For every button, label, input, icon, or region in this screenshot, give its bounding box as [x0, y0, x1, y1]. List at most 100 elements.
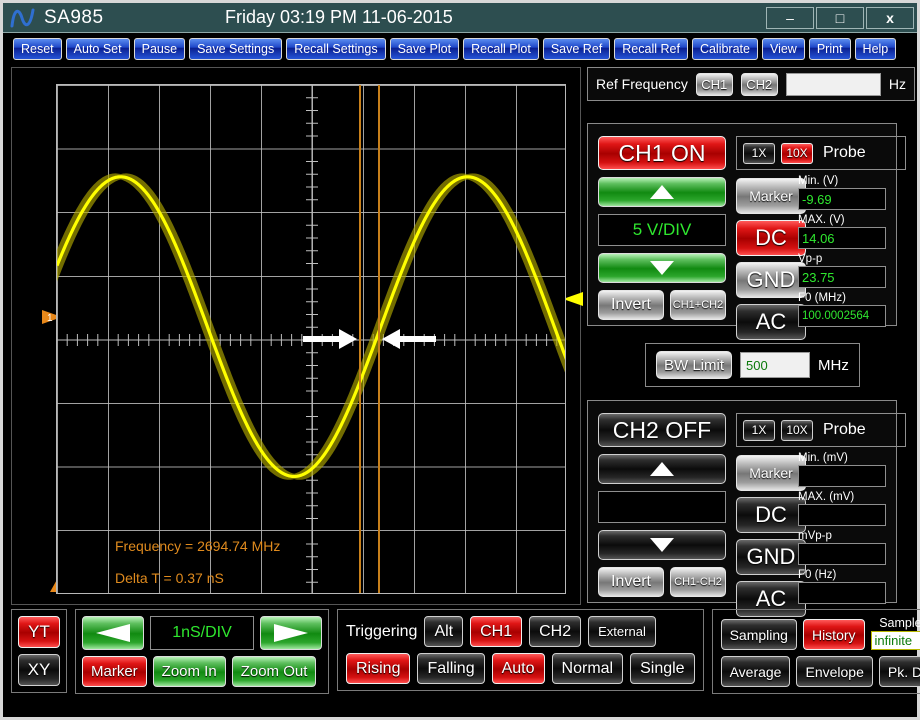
acquisition-average-button[interactable]: Average	[720, 656, 791, 687]
trigger-level-marker[interactable]	[563, 290, 583, 308]
ch2-coupling-gnd-button[interactable]: GND	[736, 539, 806, 575]
bw-limit-input[interactable]: 500	[740, 352, 810, 378]
timebase-next-button[interactable]	[260, 616, 322, 650]
timebase-marker-button[interactable]: Marker	[82, 656, 147, 687]
trigger-mode-single-button[interactable]: Single	[630, 653, 695, 684]
trigger-source-ch1-button[interactable]: CH1	[470, 616, 523, 647]
ch2-f0-value	[798, 582, 886, 604]
ch1-coupling-dc-button[interactable]: DC	[736, 220, 806, 256]
ch1-volts-up-button[interactable]	[598, 177, 726, 207]
ch2-vpp-field: mVp-p	[798, 529, 886, 565]
ch1-invert-button[interactable]: Invert	[598, 290, 664, 320]
ch2-vpp-value	[798, 543, 886, 565]
ref-frequency-ch1-button[interactable]: CH1	[695, 72, 733, 96]
sine-wave-logo-icon	[10, 8, 35, 27]
samples-field: Samples infinite	[870, 616, 920, 650]
up-triangle-icon	[650, 462, 674, 476]
acquisition-envelope-button[interactable]: Envelope	[796, 656, 873, 687]
save-plot-button[interactable]: Save Plot	[389, 37, 460, 60]
maximize-button[interactable]: □	[816, 7, 864, 29]
app-title: SA985	[44, 6, 104, 28]
bw-limit-button[interactable]: BW Limit	[656, 351, 732, 379]
ch1-marker-button[interactable]: Marker	[736, 178, 806, 214]
ch2-power-button[interactable]: CH2 OFF	[598, 413, 726, 447]
recall-plot-button[interactable]: Recall Plot	[463, 37, 539, 60]
trigger-source-external-button[interactable]: External	[588, 616, 656, 647]
ch1-probe-label: Probe	[823, 144, 866, 161]
cursor-a-line[interactable]	[358, 85, 361, 593]
ch2-math-button[interactable]: CH1-CH2	[670, 567, 726, 597]
trigger-source-alt-button[interactable]: Alt	[424, 616, 464, 647]
title-bar: SA985 Friday 03:19 PM 11-06-2015 – □ x	[3, 3, 917, 33]
graticule-grid[interactable]: Frequency = 2694.74 MHz Delta T = 0.37 n…	[56, 84, 566, 594]
help-button[interactable]: Help	[854, 37, 897, 60]
timebase-prev-button[interactable]	[82, 616, 144, 650]
trigger-source-ch2-button[interactable]: CH2	[529, 616, 582, 647]
display-mode-xy-button[interactable]: XY	[18, 654, 60, 686]
minimize-button[interactable]: –	[766, 7, 814, 29]
triggering-group: Triggering Alt CH1 CH2 External Rising F…	[337, 609, 704, 691]
calibrate-button[interactable]: Calibrate	[691, 37, 758, 60]
acquisition-sampling-button[interactable]: Sampling	[720, 619, 797, 650]
ch1-power-button[interactable]: CH1 ON	[598, 136, 726, 170]
samples-input[interactable]: infinite	[870, 631, 920, 650]
recall-ref-button[interactable]: Recall Ref	[614, 37, 688, 60]
reset-button[interactable]: Reset	[13, 37, 62, 60]
ch1-coupling-gnd-button[interactable]: GND	[736, 262, 806, 298]
ch2-marker-button[interactable]: Marker	[736, 455, 806, 491]
left-triangle-icon	[96, 624, 130, 642]
ch2-probe-10x-button[interactable]: 10X	[781, 419, 813, 441]
ch1-coupling-ac-button[interactable]: AC	[736, 304, 806, 340]
ch1-f0-label: F0 (MHz)	[798, 292, 846, 304]
recall-settings-button[interactable]: Recall Settings	[286, 37, 386, 60]
ch2-coupling-dc-button[interactable]: DC	[736, 497, 806, 533]
auto-set-button[interactable]: Auto Set	[65, 37, 130, 60]
bw-limit-unit: MHz	[818, 356, 849, 374]
ch1-probe-1x-button[interactable]: 1X	[743, 142, 775, 164]
view-button[interactable]: View	[761, 37, 805, 60]
down-triangle-icon	[650, 538, 674, 552]
trigger-mode-normal-button[interactable]: Normal	[551, 653, 624, 684]
right-control-column: Ref Frequency CH1 CH2 Hz CH1 ON 5 V/DIV	[587, 67, 915, 617]
timebase-group: 1nS/DIV Marker Zoom In Zoom Out	[75, 609, 329, 694]
ch2-invert-button[interactable]: Invert	[598, 567, 664, 597]
acquisition-group: Sampling History Samples infinite Averag…	[711, 609, 920, 694]
display-mode-group: YT XY	[11, 609, 67, 693]
acquisition-history-button[interactable]: History	[802, 619, 865, 650]
timebase-zoom-in-button[interactable]: Zoom In	[152, 656, 226, 687]
pause-button[interactable]: Pause	[133, 37, 186, 60]
ref-frequency-ch2-button[interactable]: CH2	[740, 72, 778, 96]
ch2-probe-1x-button[interactable]: 1X	[743, 419, 775, 441]
ch2-volts-down-button[interactable]	[598, 530, 726, 560]
ch1-vpp-field: Vp-p 23.75	[798, 252, 886, 288]
ch2-min-field: Min. (mV)	[798, 451, 886, 487]
ch1-max-value: 14.06	[798, 227, 886, 249]
ch1-math-button[interactable]: CH1+CH2	[670, 290, 726, 320]
ch1-min-field: Min. (V) -9.69	[798, 174, 886, 210]
time-per-div-display: 1nS/DIV	[150, 616, 254, 650]
ch1-volts-down-button[interactable]	[598, 253, 726, 283]
trigger-slope-rising-button[interactable]: Rising	[346, 653, 411, 684]
save-settings-button[interactable]: Save Settings	[189, 37, 283, 60]
timebase-zoom-out-button[interactable]: Zoom Out	[231, 656, 317, 687]
ch1-probe-10x-button[interactable]: 10X	[781, 142, 813, 164]
acquisition-peak-detect-button[interactable]: Pk. Detect	[878, 656, 920, 687]
cursor-left-arrow-icon	[302, 329, 357, 349]
ch2-f0-label: F0 (Hz)	[798, 569, 837, 581]
ch1-max-field: MAX. (V) 14.06	[798, 213, 886, 249]
trigger-slope-falling-button[interactable]: Falling	[417, 653, 485, 684]
ch1-volts-per-div-display: 5 V/DIV	[598, 214, 726, 246]
ch1-max-label: MAX. (V)	[798, 214, 845, 226]
ch2-panel: CH2 OFF Invert CH1-CH2 1X 10X Probe Mark…	[587, 400, 906, 617]
clock-datetime: Friday 03:19 PM 11-06-2015	[225, 7, 453, 27]
ch1-min-value: -9.69	[798, 188, 886, 210]
close-button[interactable]: x	[866, 7, 914, 29]
trigger-mode-auto-button[interactable]: Auto	[491, 653, 545, 684]
ref-frequency-input[interactable]	[785, 72, 881, 96]
display-mode-yt-button[interactable]: YT	[18, 616, 60, 648]
ch2-volts-per-div-display	[598, 491, 726, 523]
print-button[interactable]: Print	[808, 37, 851, 60]
save-ref-button[interactable]: Save Ref	[542, 37, 611, 60]
scope-display-area[interactable]: 1 Frequency = 2694.74 MHz Delta T = 0.37…	[11, 67, 583, 605]
ch2-volts-up-button[interactable]	[598, 454, 726, 484]
